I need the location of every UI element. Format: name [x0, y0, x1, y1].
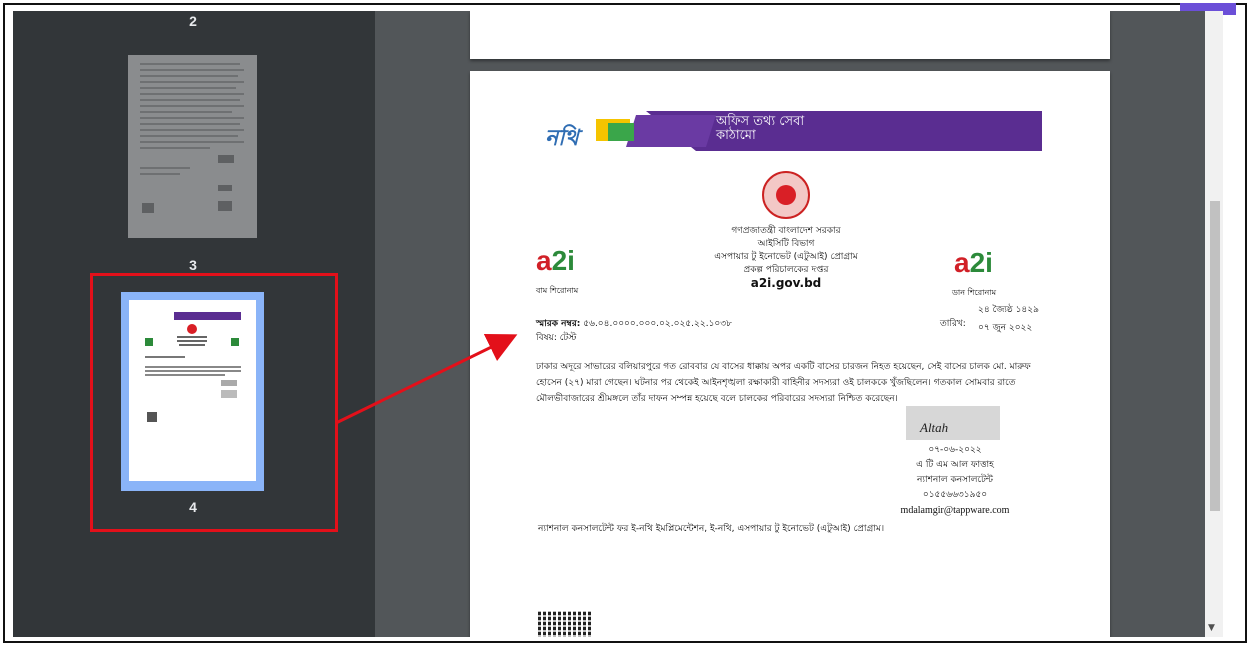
thumbnail-sidebar: 2 3 4: [13, 11, 375, 637]
right-logo-caption: ডান শিরোনাম: [952, 288, 997, 297]
signer-phone: ০১৫৫৬৬৩১৯৫০: [922, 490, 988, 500]
signer-name: এ টি এম আল ফাত্তাহ: [916, 460, 994, 470]
selection-highlight-box: [90, 273, 338, 532]
thumbnail-label-page-2: 2: [189, 13, 197, 29]
vertical-scrollbar[interactable]: ▼: [1205, 11, 1223, 637]
signature-date: ০৭-০৬-২০২২: [928, 445, 982, 455]
signer-designation: ন্যাশনাল কনসালটেন্ট: [917, 475, 993, 485]
government-header: গণপ্রজাতন্ত্রী বাংলাদেশ সরকার আইসিটি বিভ…: [680, 225, 892, 290]
gov-url: a2i.gov.bd: [750, 276, 822, 290]
scrollbar-thumb[interactable]: [1210, 201, 1220, 511]
gov-line: এসপায়ার টু ইনোভেট (এটুআই) প্রোগ্রাম: [714, 252, 858, 262]
gov-line: আইসিটি বিভাগ: [757, 239, 815, 249]
left-logo-caption: বাম শিরোনাম: [536, 286, 579, 295]
a2i-logo-left: a2i: [536, 245, 575, 276]
signer-footer: ন্যাশনাল কনসালটেন্ট ফর ই-নথি ইমপ্লিমেন্ট…: [538, 524, 885, 534]
signer-email: mdalamgir@tappware.com: [900, 505, 1010, 516]
banner-tagline: অফিস তথ্য সেবা কাঠামো: [716, 114, 805, 143]
signature-image: Altah: [906, 406, 1000, 440]
date-label: তারিখ:: [940, 319, 966, 329]
page-3-bottom: [470, 11, 1110, 59]
thumbnail-label-page-3: 3: [189, 257, 197, 273]
a2i-logo-right: a2i: [954, 247, 993, 278]
government-seal-icon: [762, 171, 810, 219]
date-bangla: ২৪ জ্যৈষ্ঠ ১৪২৯: [978, 305, 1039, 315]
nothi-logo-text: নথি: [545, 125, 579, 150]
page-4: নথি অফিস তথ্য সেবা কাঠামো গণপ্রজাতন্ত্রী…: [470, 71, 1110, 637]
signature-block: ০৭-০৬-২০২২ এ টি এম আল ফাত্তাহ ন্যাশনাল ক…: [870, 443, 1040, 518]
date-english: ০৭ জুন ২০২২: [978, 323, 1033, 333]
scroll-down-arrow-icon[interactable]: ▼: [1208, 623, 1215, 633]
memo-line: স্মারক নম্বর: ৫৬.০৪.০০০০.০০০.০২.০২৫.২২.১…: [536, 319, 732, 329]
thumbnail-page-3[interactable]: [128, 55, 257, 238]
letter-body: ঢাকার অদূরে সাভারের বলিয়ারপুরে গত রোববা…: [536, 362, 1031, 404]
document-viewer[interactable]: নথি অফিস তথ্য সেবা কাঠামো গণপ্রজাতন্ত্রী…: [375, 11, 1205, 637]
gov-line: গণপ্রজাতন্ত্রী বাংলাদেশ সরকার: [731, 226, 841, 236]
subject-line: বিষয়: টেস্ট: [536, 333, 577, 343]
